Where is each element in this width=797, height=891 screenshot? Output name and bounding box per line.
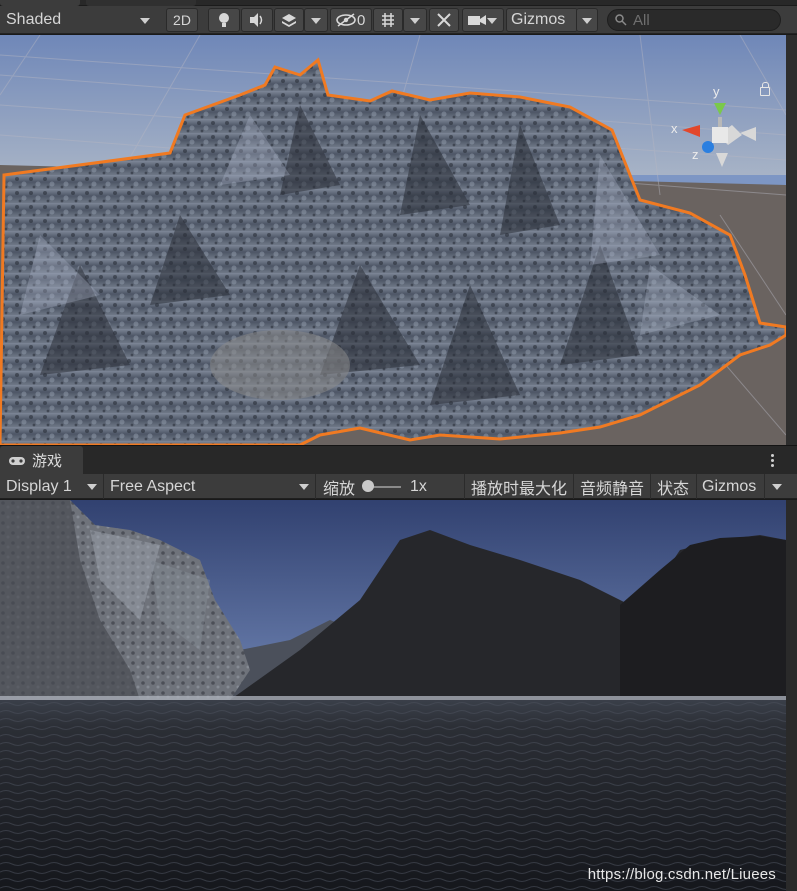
maximize-on-play-label: 播放时最大化 (471, 480, 568, 498)
game-gizmos-button[interactable]: Gizmos (696, 474, 764, 499)
audio-toggle-button[interactable] (241, 8, 273, 32)
game-viewport[interactable]: https://blog.csdn.net/Liuees (0, 500, 786, 891)
mute-audio-toggle[interactable]: 音频静音 (573, 474, 649, 499)
effects-dropdown[interactable] (304, 8, 328, 32)
grid-dropdown[interactable] (403, 8, 427, 32)
search-icon (615, 14, 627, 26)
chevron-down-icon (311, 18, 321, 24)
grid-toggle-button[interactable] (373, 8, 403, 32)
chevron-down-icon (140, 18, 150, 24)
scene-search-field[interactable]: All (607, 9, 781, 31)
gamepad-icon (9, 456, 25, 465)
mute-audio-label: 音频静音 (580, 480, 645, 498)
tools-icon (437, 13, 451, 27)
scale-slider-thumb[interactable] (362, 480, 374, 492)
chevron-down-icon (410, 18, 420, 24)
gizmos-label: Gizmos (511, 11, 566, 28)
audio-icon (250, 13, 263, 27)
maximize-on-play-toggle[interactable]: 播放时最大化 (464, 474, 572, 499)
scale-value: 1x (410, 474, 450, 499)
watermark: https://blog.csdn.net/Liuees (587, 866, 776, 883)
hidden-objects-count: 0 (357, 11, 366, 29)
toggle-2d-button[interactable]: 2D (166, 8, 198, 32)
visibility-icon (336, 13, 356, 27)
shading-mode-label: Shaded (6, 11, 62, 28)
game-scrollbar[interactable] (786, 500, 797, 891)
display-dropdown[interactable]: Display 1 (0, 474, 103, 499)
grid-icon (382, 13, 394, 27)
effects-icon (282, 14, 296, 27)
scene-search-placeholder: All (633, 11, 650, 29)
chevron-down-icon (582, 18, 592, 24)
toggle-2d-label: 2D (173, 12, 191, 28)
lighting-icon (219, 13, 229, 27)
camera-icon (468, 15, 486, 25)
axis-x-label: x (671, 121, 678, 136)
game-render (0, 500, 786, 891)
chevron-down-icon (487, 18, 497, 24)
axis-y-label: y (713, 84, 720, 99)
shading-mode-dropdown[interactable]: Shaded (0, 8, 157, 32)
chevron-down-icon (772, 484, 782, 490)
game-gizmos-label: Gizmos (702, 477, 757, 495)
display-label: Display 1 (6, 477, 72, 495)
aspect-label: Free Aspect (110, 477, 196, 495)
lock-icon[interactable] (760, 82, 770, 96)
stats-toggle[interactable]: 状态 (650, 474, 696, 499)
effects-toggle-button[interactable] (274, 8, 304, 32)
game-gizmos-dropdown[interactable] (764, 474, 788, 499)
lighting-toggle-button[interactable] (208, 8, 240, 32)
scene-viewport[interactable]: y x z (0, 35, 786, 445)
tools-button[interactable] (429, 8, 459, 32)
scene-toolbar: Shaded 2D 0 Gizmos All (0, 6, 797, 34)
gizmos-dropdown[interactable] (576, 8, 598, 32)
chevron-down-icon (87, 484, 97, 490)
more-options-icon[interactable] (771, 454, 775, 468)
scene-scrollbar[interactable] (786, 35, 797, 445)
game-toolbar: Display 1 Free Aspect 缩放 1x 播放时最大化 音频静音 … (0, 474, 797, 499)
scale-value-text: 1x (410, 477, 427, 495)
visibility-toggle-button[interactable]: 0 (330, 8, 372, 32)
stats-label: 状态 (657, 480, 690, 498)
tab-game[interactable]: 游戏 (0, 446, 83, 475)
chevron-down-icon (299, 484, 309, 490)
scale-label: 缩放 (323, 480, 356, 498)
game-tab-bar: 游戏 (0, 445, 797, 475)
camera-settings-button[interactable] (462, 8, 504, 32)
scene-render: y x z (0, 35, 786, 445)
tab-game-label: 游戏 (32, 453, 63, 470)
axis-z-label: z (692, 147, 699, 162)
aspect-dropdown[interactable]: Free Aspect (103, 474, 315, 499)
gizmos-button[interactable]: Gizmos (506, 8, 578, 32)
